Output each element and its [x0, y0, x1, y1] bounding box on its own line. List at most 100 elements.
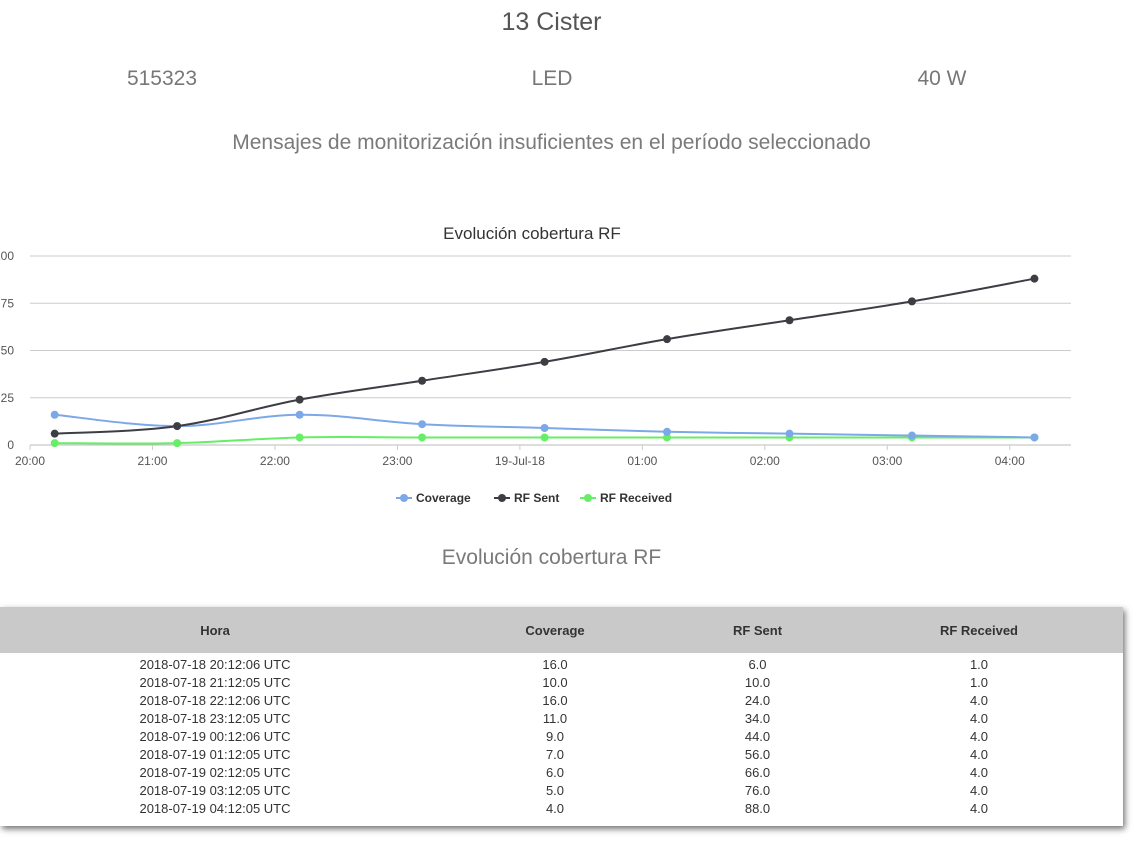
cell-rf-received: 1.0	[969, 657, 989, 672]
lamp-power: 40 W	[917, 67, 967, 90]
x-tick-label: 22:00	[260, 454, 290, 468]
lamp-type: LED	[531, 67, 573, 90]
cell-coverage: 16.0	[542, 657, 568, 672]
cell-coverage: 9.0	[545, 729, 565, 744]
cell-rf-sent: 76.0	[744, 783, 771, 798]
data-point-rf-received[interactable]	[295, 433, 304, 442]
table-row: 2018-07-19 04:12:05 UTC 4.0 88.0 4.0	[0, 800, 1123, 818]
insufficient-messages-warning: Mensajes de monitorización insuficientes…	[232, 131, 871, 154]
x-tick-label: 01:00	[627, 454, 657, 468]
data-point-coverage[interactable]	[540, 423, 549, 432]
cell-coverage: 7.0	[545, 747, 565, 762]
device-title: 13 Cister	[501, 8, 602, 36]
cell-hora: 2018-07-19 01:12:05 UTC	[139, 747, 291, 762]
data-point-rf-sent[interactable]	[540, 357, 549, 366]
data-table: Hora Coverage RF Sent RF Received 2018-0…	[0, 607, 1123, 818]
data-point-rf-sent[interactable]	[785, 316, 794, 325]
data-point-rf-sent[interactable]	[418, 376, 427, 385]
cell-hora: 2018-07-19 03:12:05 UTC	[139, 783, 291, 798]
cell-coverage: 6.0	[545, 765, 565, 780]
chart-series	[50, 274, 1039, 448]
cell-hora: 2018-07-19 04:12:05 UTC	[139, 801, 291, 816]
cell-rf-received: 4.0	[969, 729, 989, 744]
chart-legend[interactable]: Coverage RF Sent RF Received	[396, 491, 672, 505]
data-point-rf-received[interactable]	[540, 433, 549, 442]
cell-coverage: 4.0	[545, 801, 565, 816]
chart-title: Evolución cobertura RF	[443, 224, 621, 243]
cell-hora: 2018-07-19 02:12:05 UTC	[139, 765, 291, 780]
cell-hora: 2018-07-18 21:12:05 UTC	[139, 675, 291, 690]
table-row: 2018-07-18 22:12:06 UTC 16.0 24.0 4.0	[0, 692, 1123, 710]
cell-hora: 2018-07-18 22:12:06 UTC	[139, 693, 291, 708]
cell-coverage: 16.0	[542, 693, 568, 708]
cell-rf-sent: 34.0	[744, 711, 771, 726]
cell-rf-sent: 6.0	[748, 657, 767, 672]
rf-coverage-chart: Evolución cobertura RF 0255075100 20:002…	[0, 224, 1071, 505]
data-point-rf-sent[interactable]	[907, 297, 916, 306]
data-point-coverage[interactable]	[663, 427, 672, 436]
table-row: 2018-07-18 20:12:06 UTC 16.0 6.0 1.0	[0, 653, 1123, 674]
data-point-rf-sent[interactable]	[295, 395, 304, 404]
cell-coverage: 11.0	[542, 711, 568, 726]
table-row: 2018-07-19 00:12:06 UTC 9.0 44.0 4.0	[0, 728, 1123, 746]
data-point-coverage[interactable]	[785, 429, 794, 438]
cell-rf-sent: 66.0	[744, 765, 771, 780]
legend-label: RF Sent	[514, 491, 559, 505]
x-tick-label: 04:00	[995, 454, 1025, 468]
device-id: 515323	[126, 67, 198, 90]
column-header-hora[interactable]: Hora	[0, 607, 430, 653]
y-tick-label: 75	[1, 296, 15, 310]
data-point-coverage[interactable]	[295, 410, 304, 419]
chart-grid	[30, 255, 1071, 446]
column-header-rf-sent[interactable]: RF Sent	[680, 607, 835, 653]
cell-rf-sent: 10.0	[744, 675, 771, 690]
legend-label: RF Received	[600, 491, 672, 505]
table-row: 2018-07-18 23:12:05 UTC 11.0 34.0 4.0	[0, 710, 1123, 728]
column-header-rf-received[interactable]: RF Received	[835, 607, 1123, 653]
x-axis-ticks: 20:00 21:00 22:00 23:00 19-Jul-18 01:00 02:00 0…	[15, 445, 1025, 468]
y-tick-label: 25	[1, 391, 15, 405]
cell-rf-received: 4.0	[969, 711, 989, 726]
data-point-rf-received[interactable]	[418, 433, 427, 442]
cell-rf-received: 4.0	[969, 747, 989, 762]
legend-marker	[584, 494, 592, 502]
cell-coverage: 10.0	[542, 675, 568, 690]
cell-coverage: 5.0	[545, 783, 565, 798]
legend-label: Coverage	[416, 491, 471, 505]
cell-rf-received: 1.0	[969, 675, 989, 690]
legend-item-rf-sent[interactable]: RF Sent	[494, 491, 559, 505]
data-point-rf-sent[interactable]	[50, 429, 59, 438]
data-point-coverage[interactable]	[1030, 433, 1039, 442]
x-tick-label: 19-Jul-18	[495, 454, 545, 468]
y-axis-ticks: 0 25 50 75 100	[0, 249, 14, 452]
cell-rf-received: 4.0	[969, 693, 989, 708]
legend-marker	[400, 494, 408, 502]
data-point-rf-sent[interactable]	[173, 422, 182, 431]
data-point-coverage[interactable]	[907, 431, 916, 440]
x-tick-label: 20:00	[15, 454, 45, 468]
legend-item-rf-received[interactable]: RF Received	[580, 491, 672, 505]
cell-rf-sent: 88.0	[744, 801, 771, 816]
cell-hora: 2018-07-19 00:12:06 UTC	[139, 729, 291, 744]
data-table-container: Hora Coverage RF Sent RF Received 2018-0…	[0, 607, 1123, 826]
table-row: 2018-07-19 02:12:05 UTC 6.0 66.0 4.0	[0, 764, 1123, 782]
data-point-rf-sent[interactable]	[663, 335, 672, 344]
cell-rf-received: 4.0	[969, 801, 989, 816]
legend-marker	[498, 494, 506, 502]
data-point-coverage[interactable]	[50, 410, 59, 419]
cell-hora: 2018-07-18 20:12:06 UTC	[139, 657, 291, 672]
table-title: Evolución cobertura RF	[441, 546, 662, 569]
table-row: 2018-07-18 21:12:05 UTC 10.0 10.0 1.0	[0, 674, 1123, 692]
cell-hora: 2018-07-18 23:12:05 UTC	[139, 711, 291, 726]
data-point-rf-received[interactable]	[50, 439, 59, 448]
data-point-rf-sent[interactable]	[1030, 274, 1039, 283]
table-row: 2018-07-19 01:12:05 UTC 7.0 56.0 4.0	[0, 746, 1123, 764]
series-line-rf-sent	[54, 277, 1035, 435]
data-point-coverage[interactable]	[418, 420, 427, 429]
column-header-coverage[interactable]: Coverage	[430, 607, 680, 653]
x-tick-label: 02:00	[750, 454, 780, 468]
cell-rf-received: 4.0	[969, 765, 989, 780]
legend-item-coverage[interactable]: Coverage	[396, 491, 471, 505]
data-point-rf-received[interactable]	[173, 439, 182, 448]
y-tick-label: 50	[1, 344, 15, 358]
